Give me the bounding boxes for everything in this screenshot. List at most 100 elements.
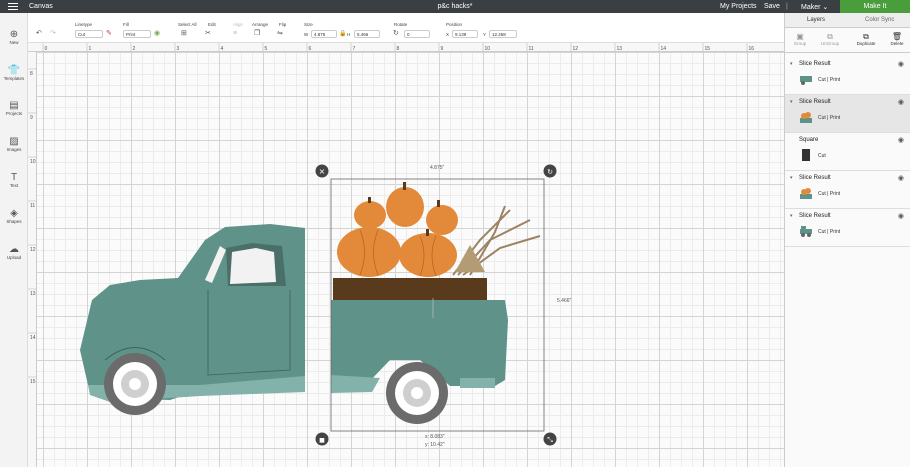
linetype-select[interactable]: Cut — [75, 30, 103, 38]
ruler-tick-label: 9 — [30, 115, 33, 121]
tab-layers[interactable]: Layers — [807, 17, 825, 23]
make-it-button[interactable]: Make It — [840, 0, 910, 13]
lock-icon[interactable]: 🔒 — [339, 30, 346, 38]
ruler-tick-label: 8 — [30, 71, 33, 77]
layer-actions: ▣ Group ⧉ UnGroup ⧉ Duplicate 🗑 Delete — [785, 28, 910, 53]
sidebar-item-label: Shapes — [6, 219, 22, 224]
caret-down-icon[interactable]: ▾ — [790, 175, 793, 181]
x-input[interactable]: 9.139 — [452, 30, 478, 38]
ungroup-button[interactable]: ⧉ UnGroup — [815, 32, 845, 46]
ruler-tick-label: 11 — [30, 203, 35, 209]
position-label: Position — [446, 22, 463, 27]
svg-text:■: ■ — [319, 437, 325, 444]
arrange-icon[interactable]: ❐ — [254, 30, 260, 38]
layer-item[interactable]: ▾ Slice Result ◉ Cut | Print — [785, 171, 910, 209]
visibility-icon[interactable]: ◉ — [898, 98, 904, 106]
rotate-icon: ↻ — [393, 30, 399, 37]
sidebar-item-label: Images — [6, 147, 22, 152]
ruler-tick-label: 10 — [30, 159, 36, 165]
linetype-label: Linetype — [75, 22, 93, 27]
visibility-icon[interactable]: ◉ — [898, 136, 904, 144]
rotate-label: Rotate — [394, 22, 408, 27]
group-button[interactable]: ▣ Group — [785, 32, 815, 46]
width-input[interactable]: 4.875 — [311, 30, 337, 38]
pumpkins-image[interactable] — [337, 182, 541, 277]
caret-down-icon[interactable]: ▾ — [790, 99, 793, 105]
y-label: Y — [483, 32, 487, 37]
size-label: Size — [304, 22, 313, 27]
group-label: Group — [793, 41, 807, 46]
sidebar-item-label: Text — [9, 183, 19, 188]
plus-icon: ⊕ — [9, 29, 19, 40]
sidebar-item-images[interactable]: ▨ Images — [0, 136, 28, 152]
fill-select[interactable]: Print — [123, 30, 151, 38]
machine-label: Maker — [801, 4, 821, 11]
rotate-input[interactable]: 0 — [404, 30, 430, 38]
selection-height-label: 5.466" — [557, 298, 572, 304]
layer-operation: Cut | Print — [818, 115, 841, 121]
duplicate-icon: ⧉ — [863, 32, 869, 41]
selection-x-label: x: 8.083" — [425, 434, 445, 440]
layer-item[interactable]: ▾ Slice Result ◉ Cut | Print — [785, 95, 910, 133]
layer-item[interactable]: ▾ Slice Result ◉ Cut | Print — [785, 209, 910, 247]
align-icon[interactable]: ≡ — [233, 30, 237, 38]
resize-handle-icon[interactable]: ⤡ — [543, 432, 557, 446]
save-button[interactable]: Save — [764, 3, 780, 10]
machine-select[interactable]: Maker ⌄ — [801, 3, 828, 11]
layer-operation: Cut | Print — [818, 229, 841, 235]
sidebar-item-text[interactable]: T Text — [0, 172, 28, 188]
duplicate-button[interactable]: ⧉ Duplicate — [851, 32, 881, 46]
flip-label: Flip — [279, 22, 287, 27]
sidebar-item-upload[interactable]: ☁ Upload — [0, 244, 28, 260]
edit-toolbar: ↶ ↷ Linetype Cut ✎ Fill Print ◉ Select A… — [28, 13, 784, 43]
pumpkin-thumb — [800, 188, 812, 199]
truck-thumb — [800, 226, 812, 237]
sidebar-item-shapes[interactable]: ◈ Shapes — [0, 208, 28, 224]
lock-handle-icon[interactable]: ■ — [315, 432, 329, 446]
sidebar-item-new[interactable]: ⊕ New — [0, 29, 28, 45]
chevron-down-icon: ⌄ — [822, 4, 829, 11]
delete-label: Delete — [890, 41, 904, 46]
redo-icon[interactable]: ↷ — [50, 30, 56, 38]
svg-text:↻: ↻ — [547, 168, 553, 176]
design-canvas[interactable]: × ↻ ■ ⤡ 4.875" 5.466" x: 8.083" y: 10.42… — [37, 52, 784, 467]
height-input[interactable]: 5.466 — [354, 30, 380, 38]
x-label: X — [446, 32, 450, 37]
sidebar-item-label: New — [9, 40, 19, 45]
sidebar-item-templates[interactable]: 👕 Templates — [0, 65, 28, 81]
scissors-icon[interactable]: ✂ — [205, 30, 211, 38]
sidebar-item-projects[interactable]: ▤ Projects — [0, 100, 28, 116]
pumpkin-thumb — [800, 112, 812, 123]
y-input[interactable]: 12.458 — [489, 30, 517, 38]
print-pattern-icon[interactable]: ◉ — [154, 30, 160, 38]
image-icon: ▨ — [9, 136, 19, 147]
my-projects-link[interactable]: My Projects — [720, 3, 757, 10]
visibility-icon[interactable]: ◉ — [898, 212, 904, 220]
rotate-handle-icon[interactable]: ↻ — [543, 164, 557, 178]
visibility-icon[interactable]: ◉ — [898, 60, 904, 68]
layer-operation: Cut — [818, 153, 826, 159]
truck-bed-image[interactable] — [331, 278, 508, 424]
ungroup-icon: ⧉ — [827, 32, 833, 41]
panel-tabs: Layers Color Sync — [785, 13, 910, 28]
tab-color-sync[interactable]: Color Sync — [865, 17, 894, 23]
align-label: Align — [233, 22, 244, 27]
caret-down-icon[interactable]: ▾ — [790, 61, 793, 67]
flip-icon[interactable]: ⇋ — [277, 30, 283, 38]
visibility-icon[interactable]: ◉ — [898, 174, 904, 182]
close-handle-icon[interactable]: × — [315, 164, 329, 178]
ruler-tick-label: 14 — [30, 335, 36, 341]
select-all-icon[interactable]: ⊞ — [181, 30, 187, 38]
ruler-tick-label: 13 — [30, 291, 36, 297]
delete-button[interactable]: 🗑 Delete — [882, 32, 910, 46]
truck-cab-image[interactable] — [80, 224, 305, 415]
layer-item[interactable]: ▾ Slice Result ◉ Cut | Print — [785, 57, 910, 95]
caret-down-icon[interactable]: ▾ — [790, 213, 793, 219]
layer-name: Square — [799, 137, 819, 143]
vertical-ruler-ticks: 8 9 10 11 12 13 14 15 — [28, 68, 37, 385]
projects-icon: ▤ — [9, 100, 19, 111]
layer-item[interactable]: ▾ Square ◉ Cut — [785, 133, 910, 171]
undo-icon[interactable]: ↶ — [36, 30, 42, 38]
fill-label: Fill — [123, 22, 129, 27]
pen-icon[interactable]: ✎ — [106, 30, 112, 38]
